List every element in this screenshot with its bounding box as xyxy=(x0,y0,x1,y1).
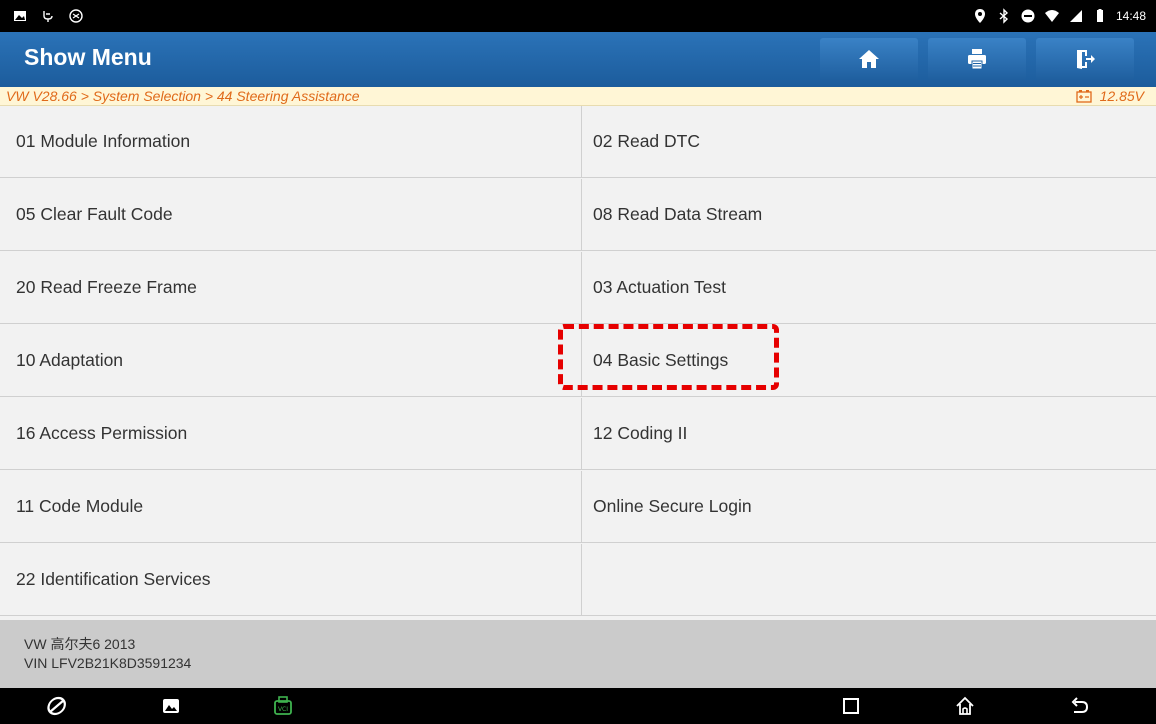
breadcrumb: VW V28.66 > System Selection > 44 Steeri… xyxy=(0,87,1156,106)
back-icon[interactable] xyxy=(1068,695,1090,717)
svg-text:VCI: VCI xyxy=(278,706,288,713)
home-icon xyxy=(859,50,879,68)
status-right: 14:48 xyxy=(972,4,1146,28)
title-bar: Show Menu xyxy=(0,32,1156,87)
menu-item[interactable]: 11 Code Module xyxy=(0,471,582,543)
status-left xyxy=(12,4,84,28)
print-icon xyxy=(968,49,986,70)
menu-item-empty xyxy=(582,544,1156,616)
menu-item-basic-settings[interactable]: 04 Basic Settings xyxy=(582,325,1156,397)
do-not-disturb-icon xyxy=(1021,9,1035,23)
signal-icon xyxy=(1069,10,1082,22)
browser-icon[interactable] xyxy=(46,695,68,717)
location-icon xyxy=(974,9,985,23)
bug-icon xyxy=(69,9,83,23)
battery-voltage-icon xyxy=(1075,90,1092,103)
menu-item[interactable]: 10 Adaptation xyxy=(0,325,582,397)
menu-item[interactable]: 22 Identification Services xyxy=(0,544,582,616)
vehicle-vin: VIN LFV2B21K8D3591234 xyxy=(24,655,192,671)
recent-apps-icon[interactable] xyxy=(840,695,862,717)
menu-item[interactable]: 08 Read Data Stream xyxy=(582,179,1156,251)
menu-item[interactable]: Online Secure Login xyxy=(582,471,1156,543)
wifi-icon xyxy=(1044,10,1059,22)
page-title: Show Menu xyxy=(24,44,152,70)
menu-item[interactable]: 03 Actuation Test xyxy=(582,252,1156,324)
home-button[interactable] xyxy=(820,38,918,80)
menu-item[interactable]: 01 Module Information xyxy=(0,106,582,178)
diagnostic-screen: 14:48 Show Menu VW V28.66 > System Selec… xyxy=(0,0,1156,724)
home-nav-icon[interactable] xyxy=(954,695,976,717)
status-bar: 14:48 xyxy=(0,0,1156,32)
gallery-icon[interactable] xyxy=(160,695,182,717)
vehicle-info: VW 高尔夫6 2013 VIN LFV2B21K8D3591234 xyxy=(0,620,1156,688)
voltage-indicator: 12.85V xyxy=(1075,88,1144,104)
battery-icon xyxy=(1096,9,1103,22)
voltage-value: 12.85V xyxy=(1099,88,1144,104)
function-menu: 01 Module Information 02 Read DTC 05 Cle… xyxy=(0,106,1156,618)
vehicle-model: VW 高尔夫6 2013 xyxy=(24,636,136,652)
print-button[interactable] xyxy=(928,38,1026,80)
usb-debug-icon xyxy=(43,11,53,22)
menu-item[interactable]: 20 Read Freeze Frame xyxy=(0,252,582,324)
bluetooth-icon xyxy=(999,8,1008,24)
menu-item[interactable]: 16 Access Permission xyxy=(0,398,582,470)
exit-icon xyxy=(1077,50,1095,69)
exit-button[interactable] xyxy=(1036,38,1134,80)
vci-icon[interactable]: VCI xyxy=(272,695,294,717)
breadcrumb-path: VW V28.66 > System Selection > 44 Steeri… xyxy=(6,88,360,104)
menu-item[interactable]: 12 Coding II xyxy=(582,398,1156,470)
navigation-bar: VCI xyxy=(0,688,1156,724)
status-time: 14:48 xyxy=(1115,9,1146,23)
menu-item[interactable]: 05 Clear Fault Code xyxy=(0,179,582,251)
image-notification-icon xyxy=(14,11,26,21)
menu-item[interactable]: 02 Read DTC xyxy=(582,106,1156,178)
